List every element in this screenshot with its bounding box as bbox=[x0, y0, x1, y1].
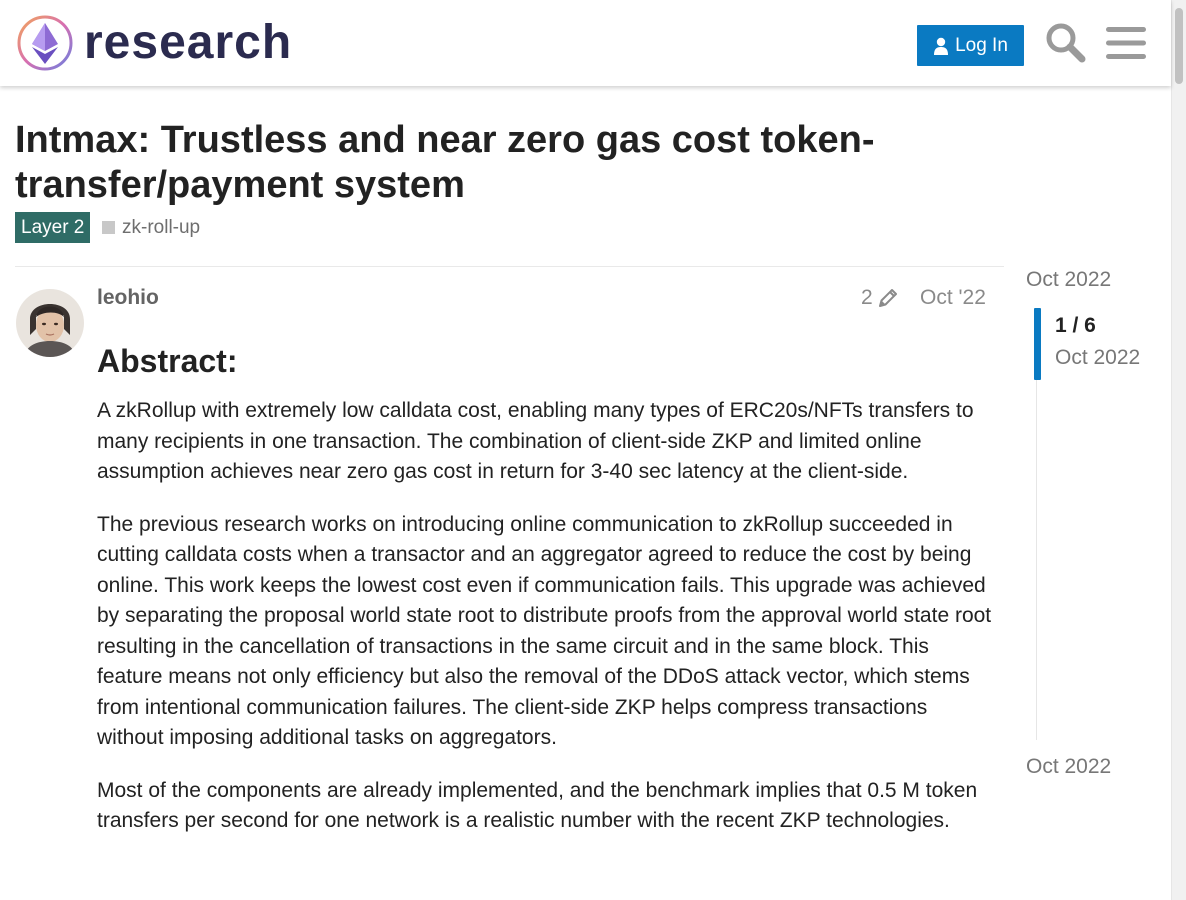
user-icon bbox=[934, 37, 949, 55]
category-badge[interactable]: Layer 2 bbox=[15, 212, 91, 243]
timeline-start-date[interactable]: Oct 2022 bbox=[1026, 268, 1111, 292]
divider bbox=[15, 266, 1004, 267]
timeline-end-date[interactable]: Oct 2022 bbox=[1026, 755, 1111, 779]
site-logo-text[interactable]: research bbox=[84, 14, 292, 72]
post-heading: Abstract: bbox=[97, 343, 238, 379]
post-body: Abstract: A zkRollup with extremely low … bbox=[97, 340, 997, 859]
scrollbar-thumb[interactable] bbox=[1175, 8, 1183, 84]
timeline-position: 1 / 6 bbox=[1055, 314, 1096, 337]
topic-title[interactable]: Intmax: Trustless and near zero gas cost… bbox=[15, 118, 955, 208]
timeline-current-date: Oct 2022 bbox=[1055, 346, 1141, 369]
tag-square-icon bbox=[102, 221, 115, 234]
login-button[interactable]: Log In bbox=[917, 25, 1024, 66]
avatar-photo bbox=[16, 289, 84, 357]
post-date[interactable]: Oct '22 bbox=[920, 286, 986, 310]
post-author[interactable]: leohio bbox=[97, 286, 159, 310]
search-icon[interactable] bbox=[1044, 21, 1086, 63]
edit-count: 2 bbox=[861, 286, 873, 309]
post-paragraph: Most of the components are already imple… bbox=[97, 778, 978, 833]
hamburger-menu-icon[interactable] bbox=[1106, 24, 1146, 62]
pencil-icon bbox=[878, 289, 897, 307]
topic-tag[interactable]: zk-roll-up bbox=[102, 212, 200, 243]
login-label: Log In bbox=[955, 34, 1008, 56]
avatar[interactable] bbox=[16, 289, 84, 357]
tag-label: zk-roll-up bbox=[122, 216, 201, 238]
edit-history-button[interactable]: 2 bbox=[861, 286, 899, 310]
post-paragraph: A zkRollup with extremely low calldata c… bbox=[97, 399, 974, 483]
timeline-scroll-handle[interactable] bbox=[1034, 308, 1041, 380]
site-logo-icon[interactable] bbox=[16, 14, 74, 72]
page-scrollbar[interactable] bbox=[1171, 0, 1186, 900]
site-header: research Log In bbox=[0, 0, 1171, 86]
post-paragraph: The previous research works on introduci… bbox=[97, 512, 992, 750]
